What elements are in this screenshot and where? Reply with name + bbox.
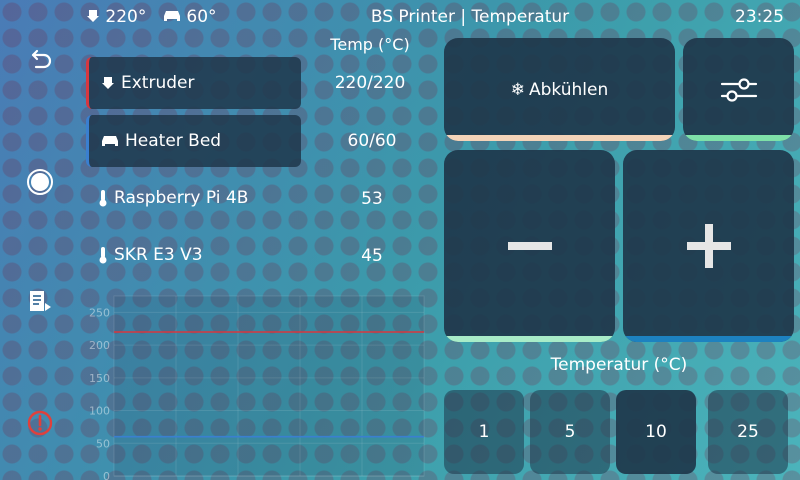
- skr-value: 45: [361, 246, 383, 266]
- file-icon: [30, 291, 51, 311]
- temp-column-header: Temp (°C): [330, 35, 410, 54]
- rpi-label: Raspberry Pi 4B: [114, 188, 249, 208]
- thermometer-icon: [99, 190, 107, 207]
- bed-icon: [102, 136, 118, 146]
- chart-plot-area: [113, 295, 425, 477]
- extruder-row[interactable]: Extruder: [86, 57, 301, 109]
- extruder-label: Extruder: [121, 73, 195, 93]
- sliders-icon: [720, 77, 757, 102]
- extruder-value: 220/220: [334, 73, 406, 93]
- settings-button[interactable]: [683, 38, 794, 141]
- increment-10-label: 10: [645, 422, 667, 442]
- decrease-strip: [444, 336, 615, 342]
- increment-25-label: 25: [737, 422, 759, 442]
- rpi-value: 53: [361, 189, 383, 209]
- heater-bed-value: 60/60: [347, 131, 397, 151]
- increment-5-button[interactable]: 5: [530, 390, 610, 474]
- cooldown-strip: [444, 135, 675, 141]
- increment-10-button[interactable]: 10: [616, 390, 696, 474]
- cooldown-label: Abkühlen: [529, 79, 609, 100]
- back-button[interactable]: [22, 42, 58, 78]
- minus-icon: [507, 242, 552, 250]
- chart-y-tick: 150: [89, 372, 110, 385]
- increment-1-label: 1: [478, 422, 490, 442]
- snowflake-icon: ❄: [510, 79, 525, 100]
- clock: 23:25: [735, 7, 784, 27]
- emergency-stop-icon: [27, 410, 53, 436]
- window-title: BS Printer | Temperatur: [370, 7, 570, 27]
- skr-row: SKR E3 V3: [86, 229, 298, 281]
- settings-strip: [683, 135, 794, 141]
- increment-25-button[interactable]: 25: [708, 390, 788, 474]
- plus-icon: [686, 224, 731, 268]
- top-bar: 220° 60° BS Printer | Temperatur 23:25: [0, 0, 800, 34]
- rpi-row: Raspberry Pi 4B: [86, 172, 298, 224]
- chart-y-tick: 50: [96, 437, 110, 450]
- temperature-chart: 250 200 150 100 50 0: [89, 295, 425, 480]
- increment-label: Temperatur (°C): [550, 355, 688, 375]
- chart-y-tick: 250: [89, 306, 110, 319]
- emergency-stop-button[interactable]: [22, 405, 58, 441]
- files-button[interactable]: [22, 284, 58, 320]
- circle-icon: [27, 169, 53, 195]
- thermometer-icon: [99, 247, 107, 264]
- status-button[interactable]: [22, 164, 58, 200]
- heater-bed-label: Heater Bed: [125, 131, 222, 151]
- back-icon: [31, 49, 52, 69]
- skr-label: SKR E3 V3: [114, 245, 203, 265]
- decrease-button[interactable]: [444, 150, 615, 342]
- cooldown-button[interactable]: ❄ Abkühlen: [444, 38, 675, 141]
- increase-button[interactable]: [623, 150, 794, 342]
- chart-y-tick: 0: [103, 470, 110, 480]
- extruder-icon: [102, 77, 114, 89]
- increment-5-label: 5: [564, 422, 576, 442]
- chart-y-tick: 200: [89, 339, 110, 352]
- increment-1-button[interactable]: 1: [444, 390, 524, 474]
- heater-bed-row[interactable]: Heater Bed: [86, 115, 301, 167]
- increase-strip: [623, 336, 794, 342]
- chart-y-tick: 100: [89, 405, 110, 418]
